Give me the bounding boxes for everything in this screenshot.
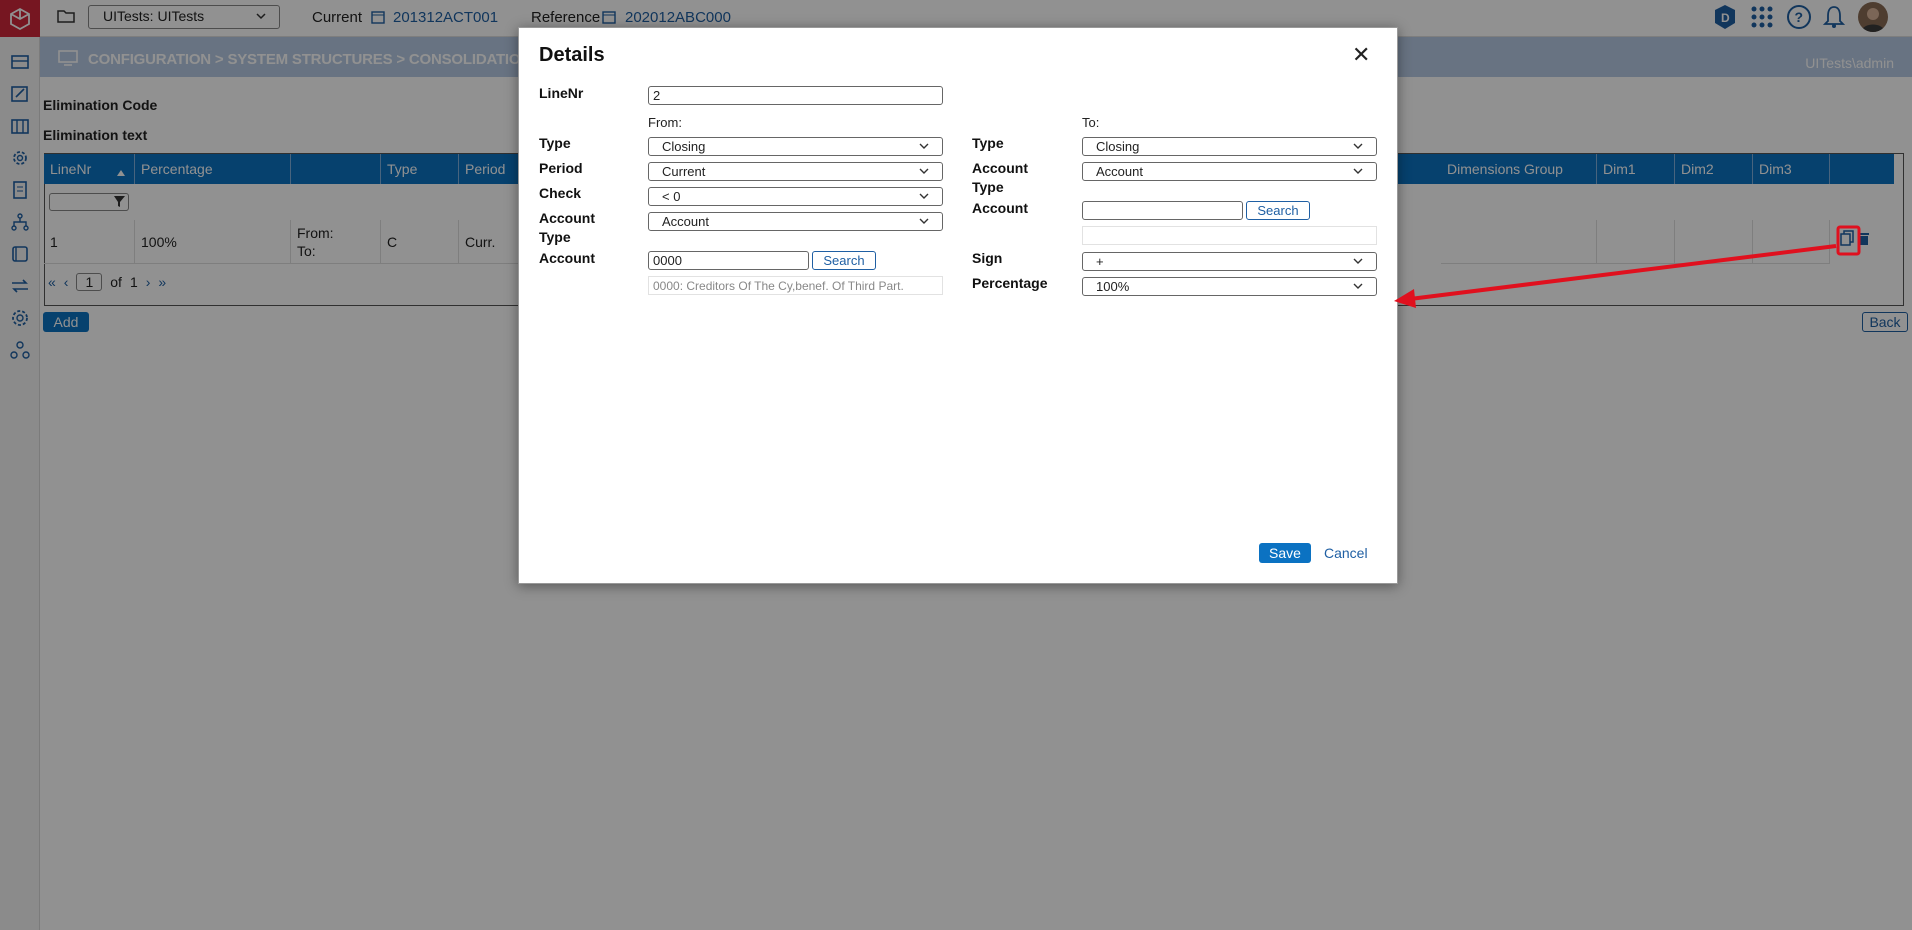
linenr-input[interactable]: 2 — [648, 86, 943, 105]
details-dialog — [518, 27, 1398, 584]
from-account-type-select[interactable]: Account — [648, 212, 943, 231]
to-percentage-value: 100% — [1096, 279, 1130, 294]
chevron-down-icon — [918, 165, 930, 180]
to-account-input[interactable] — [1082, 201, 1243, 220]
to-type-value: Closing — [1096, 139, 1140, 154]
from-account-type-label: Account Type — [539, 210, 595, 245]
chevron-down-icon — [918, 140, 930, 155]
from-type-select[interactable]: Closing — [648, 137, 943, 156]
from-check-label: Check — [539, 185, 582, 201]
from-period-label: Period — [539, 160, 583, 176]
to-account-type-value: Account — [1096, 164, 1143, 179]
from-check-value: < 0 — [662, 189, 681, 204]
from-account-input[interactable]: 0000 — [648, 251, 809, 270]
to-type-select[interactable]: Closing — [1082, 137, 1377, 156]
from-type-label: Type — [539, 135, 571, 151]
dialog-title: Details — [539, 44, 605, 66]
to-percentage-select[interactable]: 100% — [1082, 277, 1377, 296]
to-sign-value: + — [1096, 254, 1104, 269]
linenr-label: LineNr — [539, 85, 584, 101]
chevron-down-icon — [1352, 255, 1364, 270]
to-type-label: Type — [972, 135, 1004, 151]
to-sign-select[interactable]: + — [1082, 252, 1377, 271]
to-account-description — [1082, 226, 1377, 245]
from-account-description: 0000: Creditors Of The Cy,benef. Of Thir… — [648, 276, 943, 295]
to-account-type-label: Account Type — [972, 160, 1028, 195]
cancel-button[interactable]: Cancel — [1324, 545, 1368, 561]
chevron-down-icon — [918, 215, 930, 230]
chevron-down-icon — [1352, 140, 1364, 155]
to-sign-label: Sign — [972, 250, 1003, 266]
to-account-search-button[interactable]: Search — [1246, 201, 1310, 220]
save-button[interactable]: Save — [1259, 543, 1311, 563]
chevron-down-icon — [1352, 280, 1364, 295]
from-account-type-value: Account — [662, 214, 709, 229]
to-header: To: — [1082, 115, 1100, 130]
chevron-down-icon — [918, 190, 930, 205]
from-account-label: Account — [539, 250, 595, 266]
chevron-down-icon — [1352, 165, 1364, 180]
close-icon[interactable]: ✕ — [1352, 42, 1370, 68]
from-account-search-button[interactable]: Search — [812, 251, 876, 270]
to-account-type-select[interactable]: Account — [1082, 162, 1377, 181]
to-account-label: Account — [972, 200, 1028, 216]
from-header: From: — [648, 115, 682, 130]
from-type-value: Closing — [662, 139, 706, 154]
to-percentage-label: Percentage — [972, 275, 1048, 291]
from-period-select[interactable]: Current — [648, 162, 943, 181]
from-check-select[interactable]: < 0 — [648, 187, 943, 206]
from-period-value: Current — [662, 164, 706, 179]
